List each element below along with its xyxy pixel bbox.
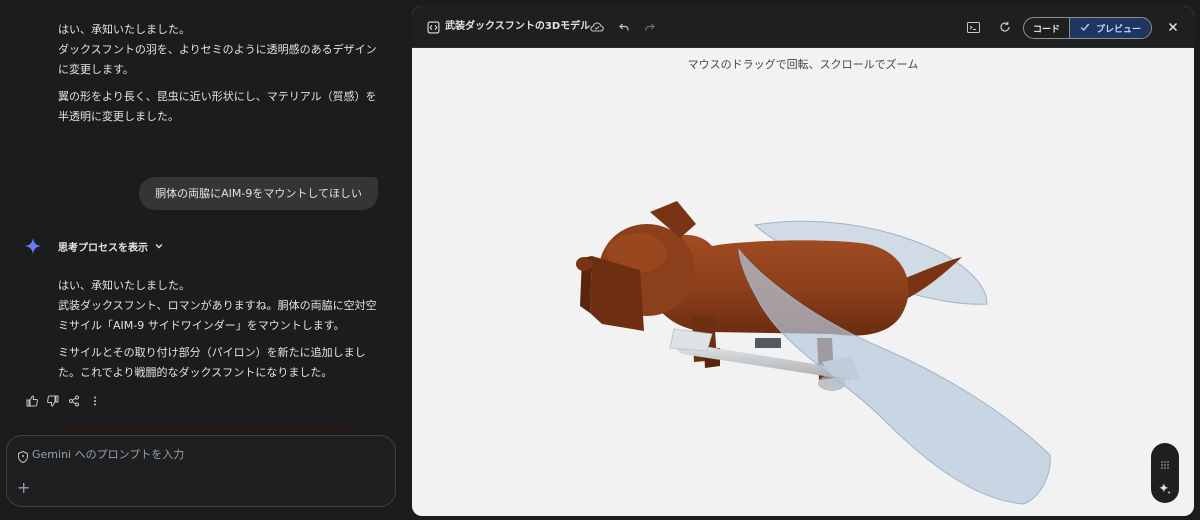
response-actions — [24, 393, 102, 408]
thumbs-up-icon[interactable] — [24, 393, 39, 408]
gemini-spark-icon — [24, 237, 42, 255]
drag-handle-icon[interactable] — [1159, 455, 1171, 474]
response-2-paragraph-2: ミサイルとその取り付け部分（パイロン）を新たに追加しました。これでより戦闘的なダ… — [58, 346, 366, 379]
console-icon[interactable] — [965, 19, 981, 35]
code-file-icon — [425, 19, 441, 35]
view-toggle: コード プレビュー — [1023, 17, 1152, 39]
refresh-icon[interactable] — [997, 19, 1013, 35]
floating-toolbar — [1151, 443, 1179, 503]
user-message-bubble: 胴体の両脇にAIM-9をマウントしてほしい — [139, 177, 378, 210]
preview-tab[interactable]: プレビュー — [1069, 18, 1151, 38]
canvas-title: 武装ダックスフントの3Dモデル — [445, 21, 591, 32]
shield-icon — [18, 448, 28, 467]
close-icon[interactable] — [1165, 19, 1181, 35]
user-message-text: 胴体の両脇にAIM-9をマウントしてほしい — [155, 187, 362, 200]
thinking-toggle[interactable]: 思考プロセスを表示 — [24, 236, 164, 256]
3d-viewport[interactable] — [412, 48, 1194, 516]
code-tab[interactable]: コード — [1024, 18, 1069, 38]
redo-icon[interactable] — [642, 19, 658, 35]
check-icon — [1080, 22, 1090, 35]
response-1-paragraph-2: 翼の形をより長く、昆虫に近い形状にし、マテリアル（質感）を半透明に変更しました。 — [58, 90, 377, 123]
canvas-panel: 武装ダックスフントの3Dモデル コード プレビュー マウスのドラッグで回転、スク… — [412, 6, 1194, 516]
response-2-paragraph-1: はい、承知いたしました。 武装ダックスフント、ロマンがありますね。胴体の両脇に空… — [58, 279, 377, 332]
prompt-box: + — [6, 435, 396, 507]
canvas-header: 武装ダックスフントの3Dモデル コード プレビュー — [412, 6, 1194, 48]
nose — [576, 257, 592, 271]
pylon — [755, 338, 781, 348]
model-response-1: はい、承知いたしました。 ダックスフントの羽を、よりセミのように透明感のあるデザ… — [58, 20, 380, 134]
cloud-save-icon[interactable] — [589, 19, 605, 35]
bottom-disclaimer-edge — [0, 512, 410, 520]
chat-panel: はい、承知いたしました。 ダックスフントの羽を、よりセミのように透明感のあるデザ… — [0, 0, 410, 520]
prompt-input[interactable] — [32, 445, 372, 463]
preview-tab-label: プレビュー — [1095, 24, 1141, 35]
share-icon[interactable] — [66, 393, 81, 408]
sparkle-edit-icon[interactable] — [1158, 481, 1172, 500]
thinking-label: 思考プロセスを表示 — [58, 242, 148, 254]
chevron-down-icon — [154, 241, 164, 251]
thumbs-down-icon[interactable] — [45, 393, 60, 408]
more-vert-icon[interactable] — [87, 393, 102, 408]
response-1-paragraph-1: はい、承知いたしました。 ダックスフントの羽を、よりセミのように透明感のあるデザ… — [58, 23, 377, 76]
add-attachment-button[interactable]: + — [17, 480, 30, 496]
undo-icon[interactable] — [616, 19, 632, 35]
scrolled-content-edge — [60, 424, 350, 432]
model-response-2: はい、承知いたしました。 武装ダックスフント、ロマンがありますね。胴体の両脇に空… — [58, 276, 380, 390]
